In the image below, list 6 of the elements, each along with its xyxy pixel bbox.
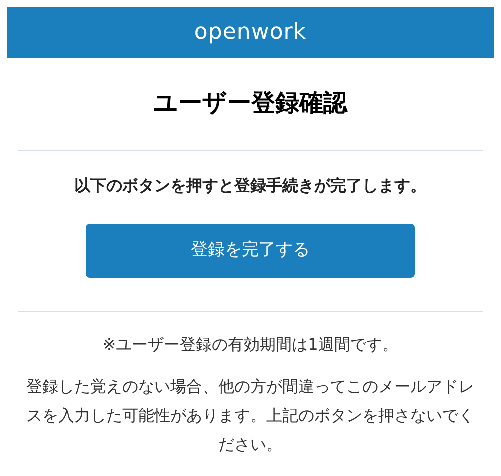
warning-text: 登録した覚えのない場合、他の方が間違ってこのメールアドレスを入力した可能性があります。上記のボタンを押さないでください。 <box>26 376 476 456</box>
complete-registration-button[interactable]: 登録を完了する <box>86 224 415 278</box>
validity-note: ※ユーザー登録の有効期間は1週間です。 <box>102 334 400 356</box>
instruction-text: 以下のボタンを押すと登録手続きが完了します。 <box>74 175 428 197</box>
page-title: ユーザー登録確認 <box>152 88 349 119</box>
logo[interactable]: openwork <box>194 22 307 44</box>
